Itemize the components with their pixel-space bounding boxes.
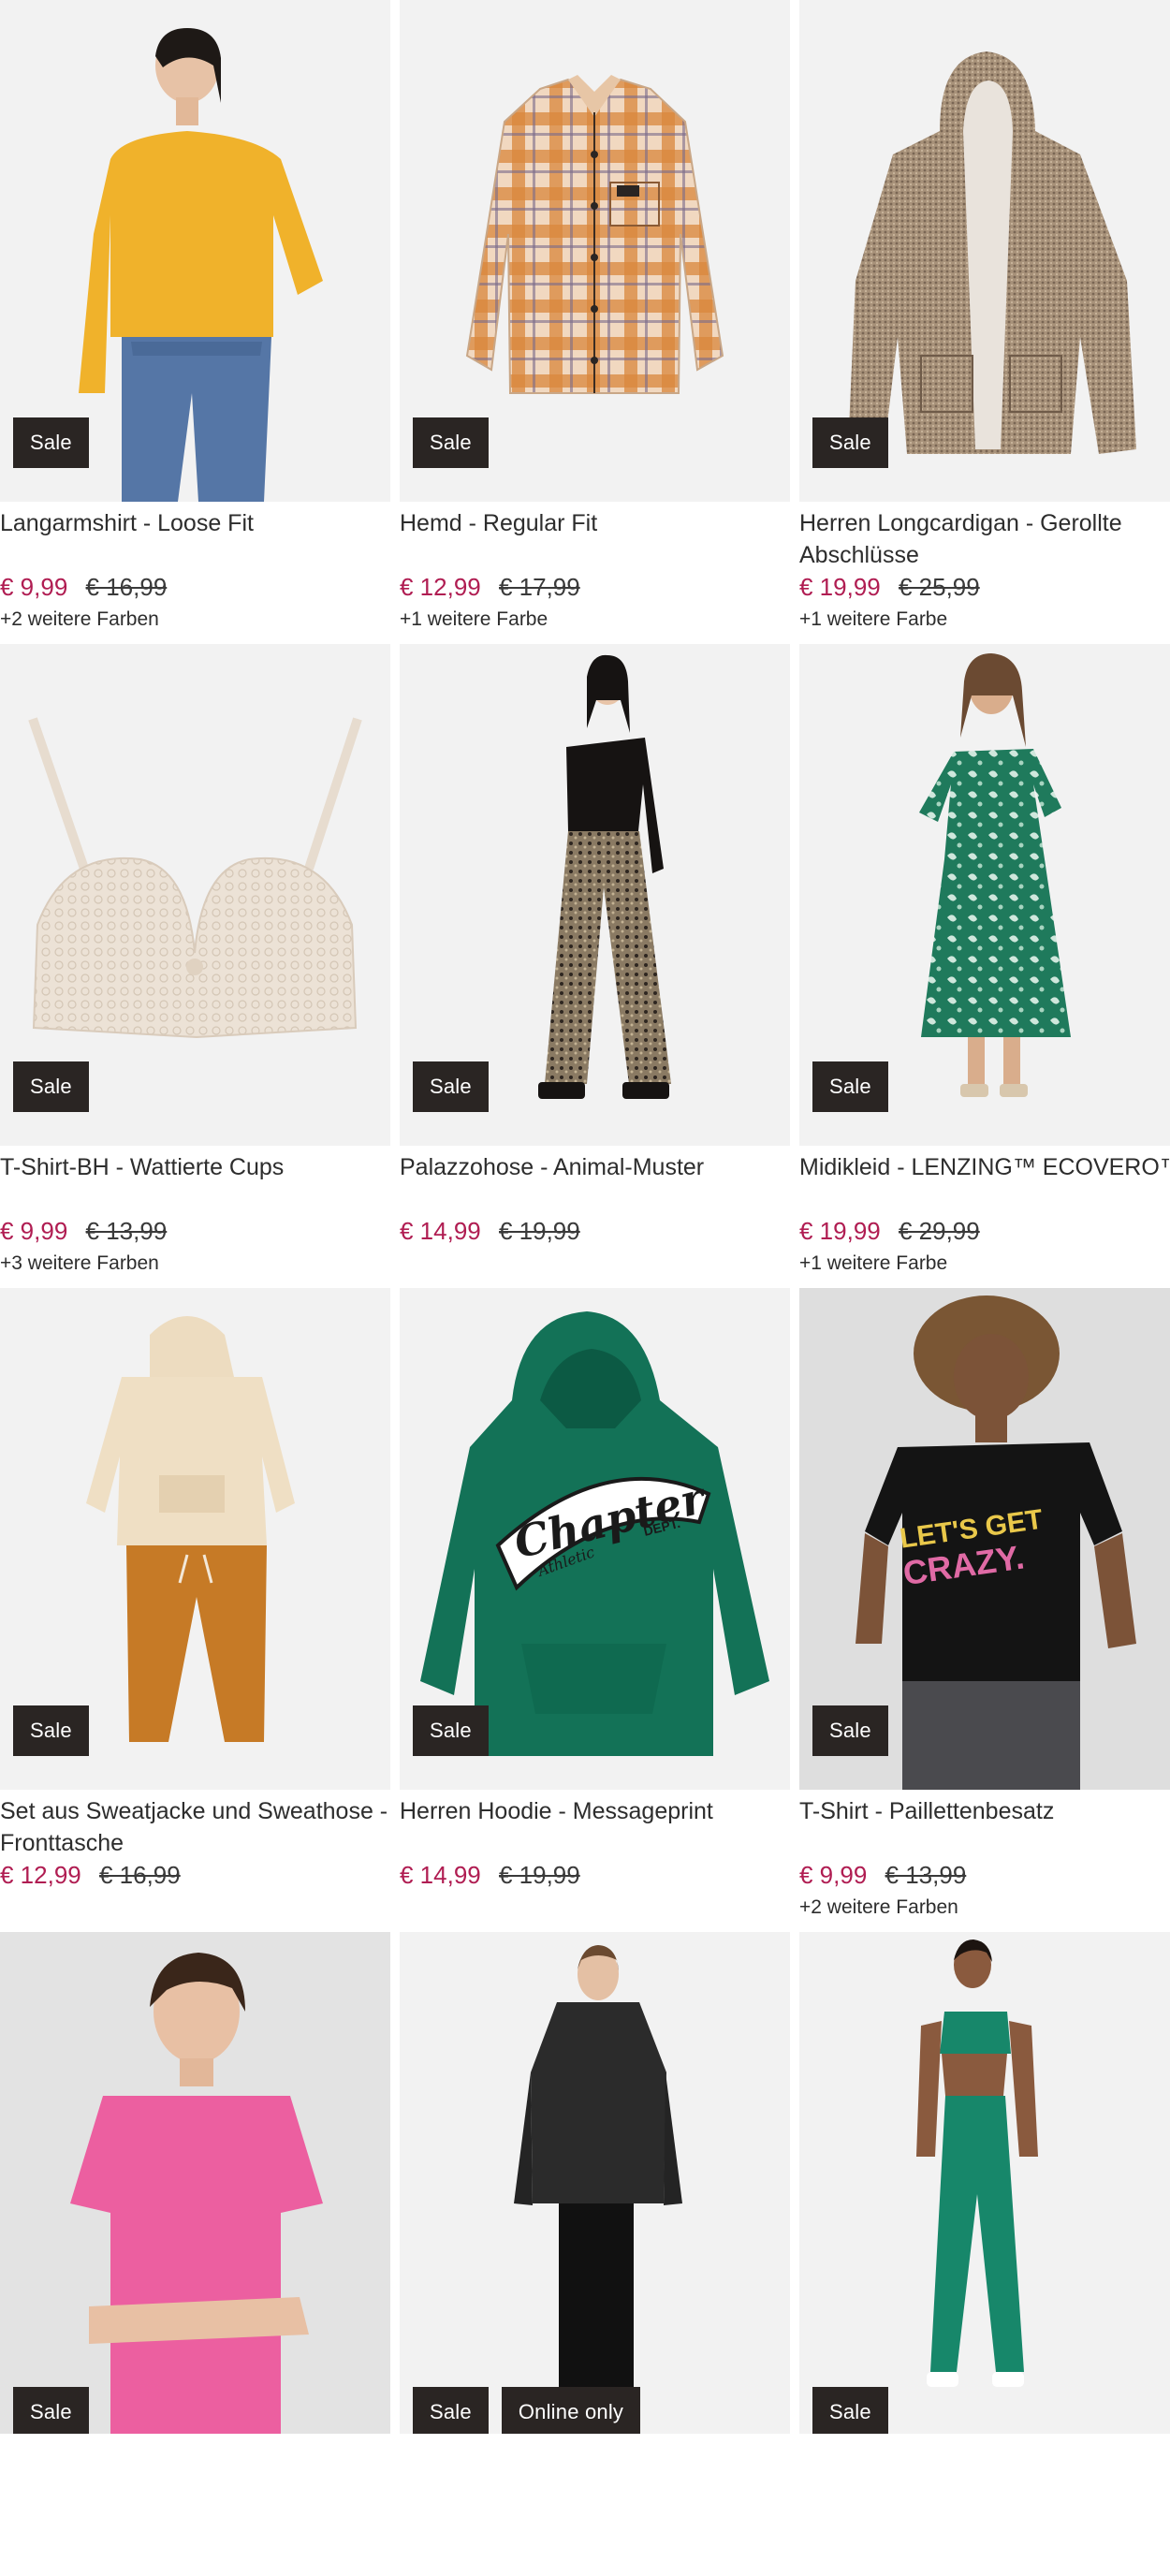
sale-price: € 12,99 <box>0 1861 81 1889</box>
product-grid: Sale Langarmshirt - Loose Fit € 9,99 € 1… <box>0 0 1170 2576</box>
original-price: € 16,99 <box>85 573 168 601</box>
more-colors-link[interactable]: +2 weitere Farben <box>0 607 390 633</box>
sale-badge: Sale <box>413 1061 489 1112</box>
product-title[interactable]: Set aus Sweatjacke und Sweathose - Front… <box>0 1795 390 1859</box>
product-card[interactable]: Sale <box>0 1932 390 2576</box>
price-row: € 12,99 € 16,99 <box>0 1859 390 1893</box>
badge-list: Sale <box>13 1705 89 1756</box>
original-price: € 25,99 <box>898 573 980 601</box>
price-row: € 19,99 € 29,99 <box>799 1215 1170 1249</box>
sale-price: € 9,99 <box>0 1217 68 1245</box>
badge-list: Sale <box>812 1705 888 1756</box>
original-price: € 13,99 <box>85 1217 168 1245</box>
sale-price: € 14,99 <box>400 1217 481 1245</box>
original-price: € 13,99 <box>885 1861 967 1889</box>
badge-list: Sale <box>413 417 489 468</box>
sale-price: € 9,99 <box>799 1861 868 1889</box>
product-card[interactable]: Sale Langarmshirt - Loose Fit € 9,99 € 1… <box>0 0 390 644</box>
more-colors-link[interactable]: +1 weitere Farbe <box>799 607 1170 633</box>
original-price: € 19,99 <box>498 1861 580 1889</box>
product-image[interactable]: Sale <box>799 644 1170 1146</box>
sale-badge: Sale <box>413 417 489 468</box>
product-card[interactable]: Chapter DEPT. Athletic Sale Herren Hoodi… <box>400 1288 790 1932</box>
product-title[interactable]: Hemd - Regular Fit <box>400 507 790 571</box>
badge-list: Sale <box>812 1061 888 1112</box>
sale-price: € 19,99 <box>799 573 881 601</box>
sale-badge: Sale <box>13 1705 89 1756</box>
product-title[interactable]: Langarmshirt - Loose Fit <box>0 507 390 571</box>
price-row: € 19,99 € 25,99 <box>799 571 1170 605</box>
price-row: € 12,99 € 17,99 <box>400 571 790 605</box>
product-card[interactable]: Sale T-Shirt-BH - Wattierte Cups € 9,99 … <box>0 644 390 1288</box>
product-title[interactable]: Herren Longcardigan - Gerollte Abschlüss… <box>799 507 1170 571</box>
product-image[interactable]: Sale <box>0 644 390 1146</box>
original-price: € 29,99 <box>898 1217 980 1245</box>
more-colors-link[interactable]: +2 weitere Farben <box>799 1895 1170 1921</box>
product-card[interactable]: Sale <box>799 1932 1170 2576</box>
product-card[interactable]: Sale Herren Longcardigan - Gerollte Absc… <box>799 0 1170 644</box>
price-row: € 9,99 € 13,99 <box>0 1215 390 1249</box>
price-row: € 14,99 € 19,99 <box>400 1859 790 1893</box>
badge-list: Sale <box>13 417 89 468</box>
badge-list: Sale <box>812 2387 888 2434</box>
sale-badge: Sale <box>812 1705 888 1756</box>
product-image[interactable]: Sale <box>799 1932 1170 2434</box>
original-price: € 16,99 <box>98 1861 181 1889</box>
product-title[interactable]: Herren Hoodie - Messageprint <box>400 1795 790 1859</box>
green-activewear-model-icon <box>799 1932 1170 2434</box>
more-colors-link[interactable]: +3 weitere Farben <box>0 1251 390 1277</box>
product-image[interactable]: Sale <box>0 0 390 502</box>
more-colors-link[interactable]: +1 weitere Farbe <box>400 607 790 633</box>
pink-shirt-model-icon <box>0 1932 390 2434</box>
product-title[interactable]: Palazzohose - Animal-Muster <box>400 1151 790 1215</box>
original-price: € 19,99 <box>498 1217 580 1245</box>
original-price: € 17,99 <box>498 573 580 601</box>
product-image[interactable]: Sale Online only <box>400 1932 790 2434</box>
sale-price: € 14,99 <box>400 1861 481 1889</box>
sale-badge: Sale <box>812 2387 888 2434</box>
price-row: € 9,99 € 13,99 <box>799 1859 1170 1893</box>
badge-list: Sale <box>413 1705 489 1756</box>
product-image[interactable]: Sale <box>799 0 1170 502</box>
sale-price: € 19,99 <box>799 1217 881 1245</box>
product-card[interactable]: LET'S GET CRAZY. Sale T-Shirt - Paillett… <box>799 1288 1170 1932</box>
more-colors-link[interactable]: +1 weitere Farbe <box>799 1251 1170 1277</box>
product-card[interactable]: Sale Hemd - Regular Fit € 12,99 € 17,99 … <box>400 0 790 644</box>
product-title[interactable]: T-Shirt - Paillettenbesatz <box>799 1795 1170 1859</box>
price-row: € 9,99 € 16,99 <box>0 571 390 605</box>
badge-list: Sale <box>13 1061 89 1112</box>
product-image[interactable]: Sale <box>0 1932 390 2434</box>
badge-list: Sale <box>413 1061 489 1112</box>
sale-badge: Sale <box>812 417 888 468</box>
sale-badge: Sale <box>13 1061 89 1112</box>
sale-badge: Sale <box>13 2387 89 2434</box>
product-title[interactable]: T-Shirt-BH - Wattierte Cups <box>0 1151 390 1215</box>
product-image[interactable]: Chapter DEPT. Athletic Sale <box>400 1288 790 1790</box>
product-image[interactable]: LET'S GET CRAZY. Sale <box>799 1288 1170 1790</box>
sale-badge: Sale <box>413 1705 489 1756</box>
rain-jacket-model-icon <box>400 1932 790 2434</box>
sale-badge: Sale <box>13 417 89 468</box>
product-image[interactable]: Sale <box>400 0 790 502</box>
product-card[interactable]: Sale Palazzohose - Animal-Muster € 14,99… <box>400 644 790 1288</box>
price-row: € 14,99 € 19,99 <box>400 1215 790 1249</box>
product-card[interactable]: Sale Online only <box>400 1932 790 2576</box>
sale-badge: Sale <box>413 2387 489 2434</box>
product-card[interactable]: Sale Midikleid - LENZING™ ECOVERO™ € 19,… <box>799 644 1170 1288</box>
product-image[interactable]: Sale <box>400 644 790 1146</box>
badge-list: Sale <box>812 417 888 468</box>
sale-price: € 12,99 <box>400 573 481 601</box>
product-card[interactable]: Sale Set aus Sweatjacke und Sweathose - … <box>0 1288 390 1932</box>
product-image[interactable]: Sale <box>0 1288 390 1790</box>
sale-price: € 9,99 <box>0 573 68 601</box>
sale-badge: Sale <box>812 1061 888 1112</box>
badge-list: Sale <box>13 2387 89 2434</box>
product-title[interactable]: Midikleid - LENZING™ ECOVERO™ <box>799 1151 1170 1215</box>
badge-list: Sale Online only <box>413 2387 641 2434</box>
online-only-badge: Online only <box>501 2387 641 2434</box>
